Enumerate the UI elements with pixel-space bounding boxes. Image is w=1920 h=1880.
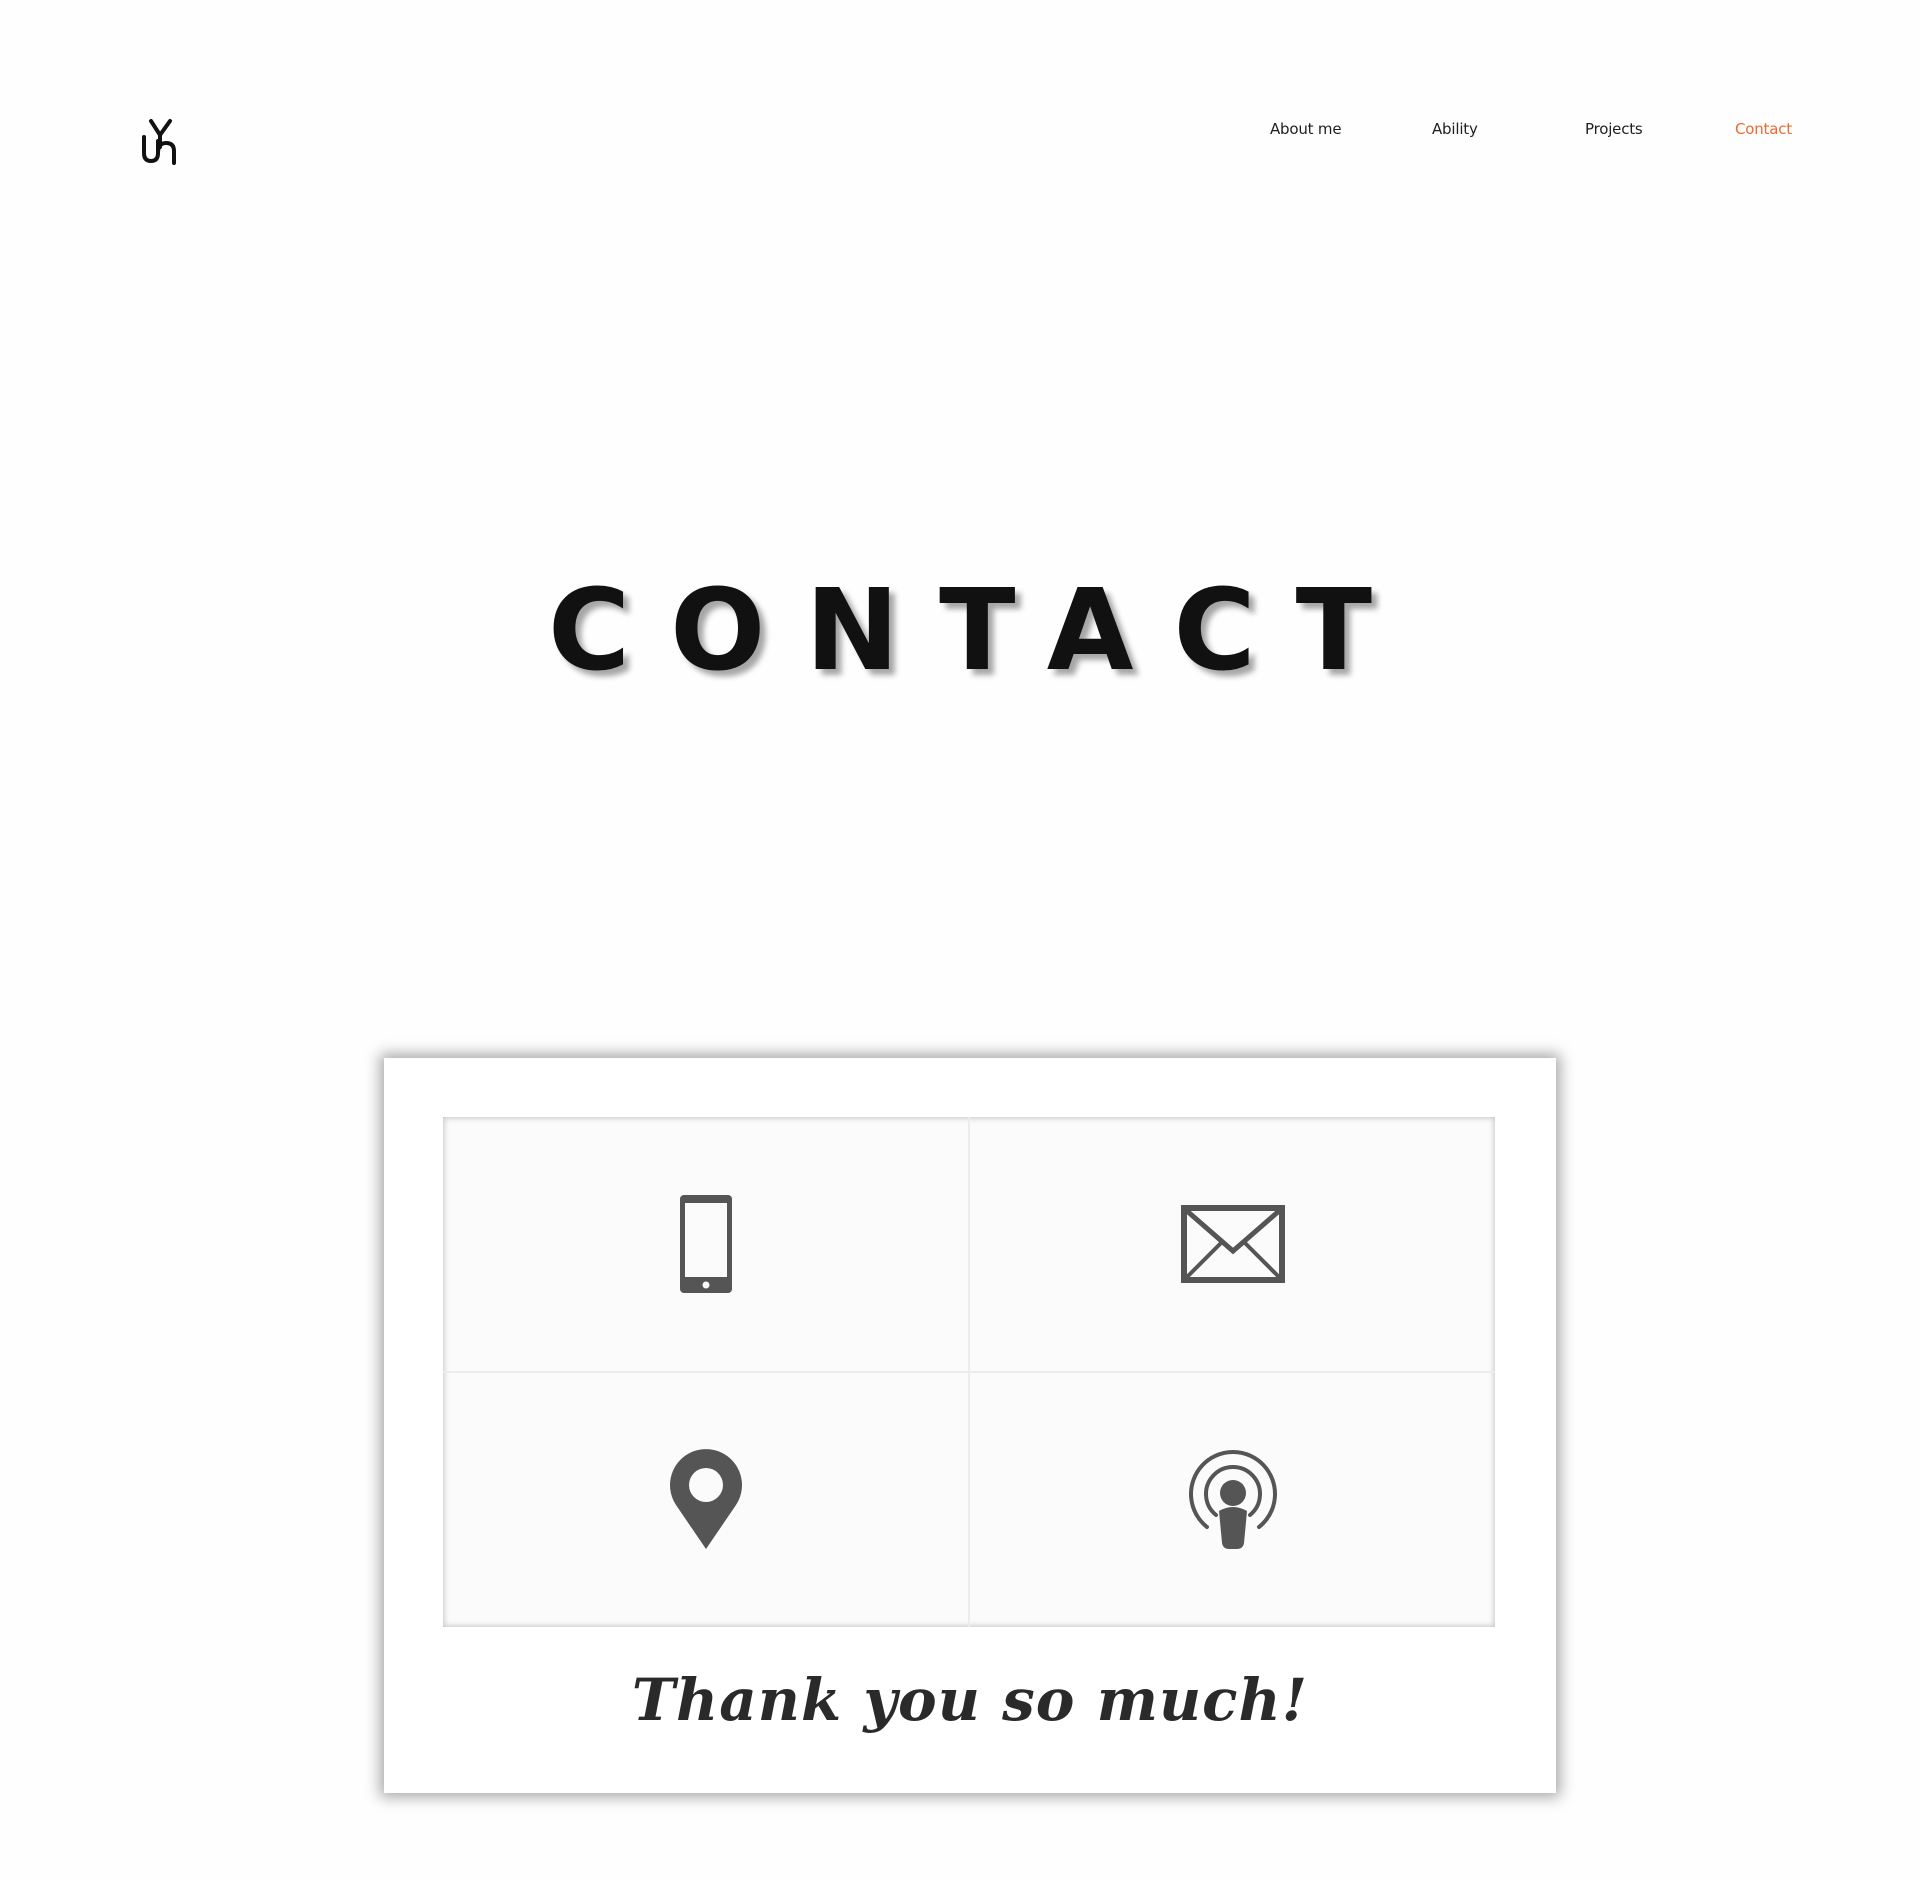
nav-ability[interactable]: Ability	[1432, 120, 1478, 138]
nav-projects[interactable]: Projects	[1585, 120, 1643, 138]
contact-location-cell[interactable]	[443, 1373, 968, 1627]
phone-icon	[678, 1193, 734, 1295]
nav-about-me[interactable]: About me	[1270, 120, 1342, 138]
nav-contact[interactable]: Contact	[1735, 120, 1792, 138]
page-title: CONTACT	[547, 566, 1413, 697]
thank-you-message: Thank you so much!	[631, 1666, 1309, 1734]
logo-icon[interactable]	[137, 117, 183, 165]
podcast-icon	[1187, 1449, 1279, 1551]
location-pin-icon	[668, 1449, 744, 1551]
contact-grid	[443, 1117, 1495, 1627]
contact-email-cell[interactable]	[970, 1117, 1495, 1371]
contact-podcast-cell[interactable]	[970, 1373, 1495, 1627]
contact-phone-cell[interactable]	[443, 1117, 968, 1371]
site-header: About me Ability Projects Contact	[0, 0, 1920, 200]
contact-card: Thank you so much!	[384, 1058, 1556, 1793]
main-nav: About me Ability Projects Contact	[1260, 120, 1820, 146]
mail-icon	[1180, 1205, 1285, 1283]
